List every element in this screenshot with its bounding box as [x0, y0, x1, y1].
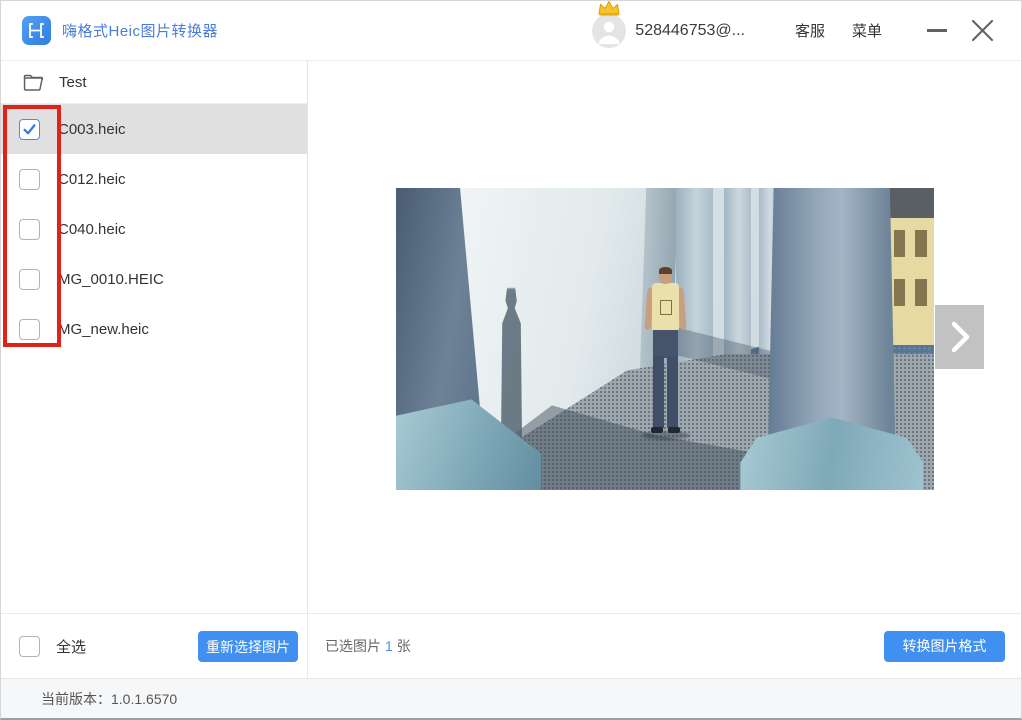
minimize-button[interactable]	[925, 19, 949, 43]
photo-art-window	[915, 279, 927, 306]
file-name: MG_new.heic	[58, 321, 149, 338]
preview-image	[396, 188, 934, 490]
photo-art-person-hair	[659, 267, 672, 274]
folder-icon	[23, 74, 44, 91]
photo-art-person-leg	[667, 356, 678, 428]
chevron-right-icon	[948, 320, 972, 354]
selected-count-number: 1	[385, 638, 393, 654]
photo-art-person-ground-shadow	[642, 431, 690, 440]
person-silhouette-icon	[592, 14, 626, 48]
file-row[interactable]: MG_0010.HEIC	[1, 254, 307, 304]
file-checkbox[interactable]	[19, 119, 40, 140]
select-all-checkbox[interactable]	[19, 636, 40, 657]
photo-art-window	[894, 230, 906, 257]
account-section[interactable]: 528446753@...	[592, 14, 745, 48]
h-glyph-icon	[28, 22, 45, 39]
status-bar: 当前版本：1.0.1.6570	[1, 678, 1021, 719]
selected-count-text: 已选图片1张	[325, 636, 411, 656]
reselect-images-button[interactable]: 重新选择图片	[198, 631, 298, 662]
folder-header[interactable]: Test	[1, 61, 307, 104]
menu-button[interactable]: 菜单	[852, 20, 882, 41]
photo-art-person-hips	[653, 330, 678, 358]
convert-format-button[interactable]: 转换图片格式	[884, 631, 1005, 662]
file-checkbox[interactable]	[19, 219, 40, 240]
close-button[interactable]	[968, 17, 996, 45]
file-row[interactable]: C012.heic	[1, 154, 307, 204]
account-email[interactable]: 528446753@...	[635, 22, 745, 40]
photo-art-person-shirt-print	[660, 300, 672, 315]
app-logo-icon	[22, 16, 51, 45]
file-row[interactable]: MG_new.heic	[1, 304, 307, 354]
file-checkbox[interactable]	[19, 169, 40, 190]
file-name: C003.heic	[58, 121, 126, 138]
customer-service-button[interactable]: 客服	[795, 20, 825, 41]
selected-count-prefix: 已选图片	[325, 638, 381, 654]
file-name: C012.heic	[58, 171, 126, 188]
crown-icon	[596, 0, 622, 17]
file-list-panel: Test C003.heic C012.heic C040.heic MG_00…	[1, 61, 308, 613]
app-title: 嗨格式Heic图片转换器	[62, 20, 218, 41]
photo-art-person-leg	[653, 356, 664, 428]
photo-art-window	[894, 279, 906, 306]
photo-art-window	[915, 230, 927, 257]
version-text: 当前版本：1.0.1.6570	[41, 689, 177, 709]
close-icon	[971, 19, 994, 42]
file-row[interactable]: C003.heic	[1, 104, 307, 154]
select-all-label: 全选	[56, 636, 86, 657]
selected-count-suffix: 张	[397, 638, 411, 654]
file-row[interactable]: C040.heic	[1, 204, 307, 254]
minimize-icon	[927, 29, 947, 32]
file-checkbox[interactable]	[19, 269, 40, 290]
app-window: 嗨格式Heic图片转换器 528446753@... 客服 菜单	[0, 0, 1022, 720]
photo-art-person	[640, 268, 692, 440]
user-avatar[interactable]	[592, 14, 626, 48]
title-bar: 嗨格式Heic图片转换器 528446753@... 客服 菜单	[1, 1, 1021, 61]
photo-art-person-shoe	[668, 427, 680, 433]
file-checkbox[interactable]	[19, 319, 40, 340]
action-bar-left: 全选 重新选择图片	[1, 614, 308, 678]
folder-name: Test	[59, 74, 87, 91]
photo-art-person-shoe	[651, 427, 663, 433]
action-bar-right: 已选图片1张 转换图片格式	[308, 614, 1021, 678]
file-name: MG_0010.HEIC	[58, 271, 164, 288]
preview-panel	[308, 61, 1022, 613]
action-bar: 全选 重新选择图片 已选图片1张 转换图片格式	[1, 613, 1021, 678]
checkmark-icon	[22, 122, 37, 137]
next-image-button[interactable]	[935, 305, 984, 369]
file-name: C040.heic	[58, 221, 126, 238]
